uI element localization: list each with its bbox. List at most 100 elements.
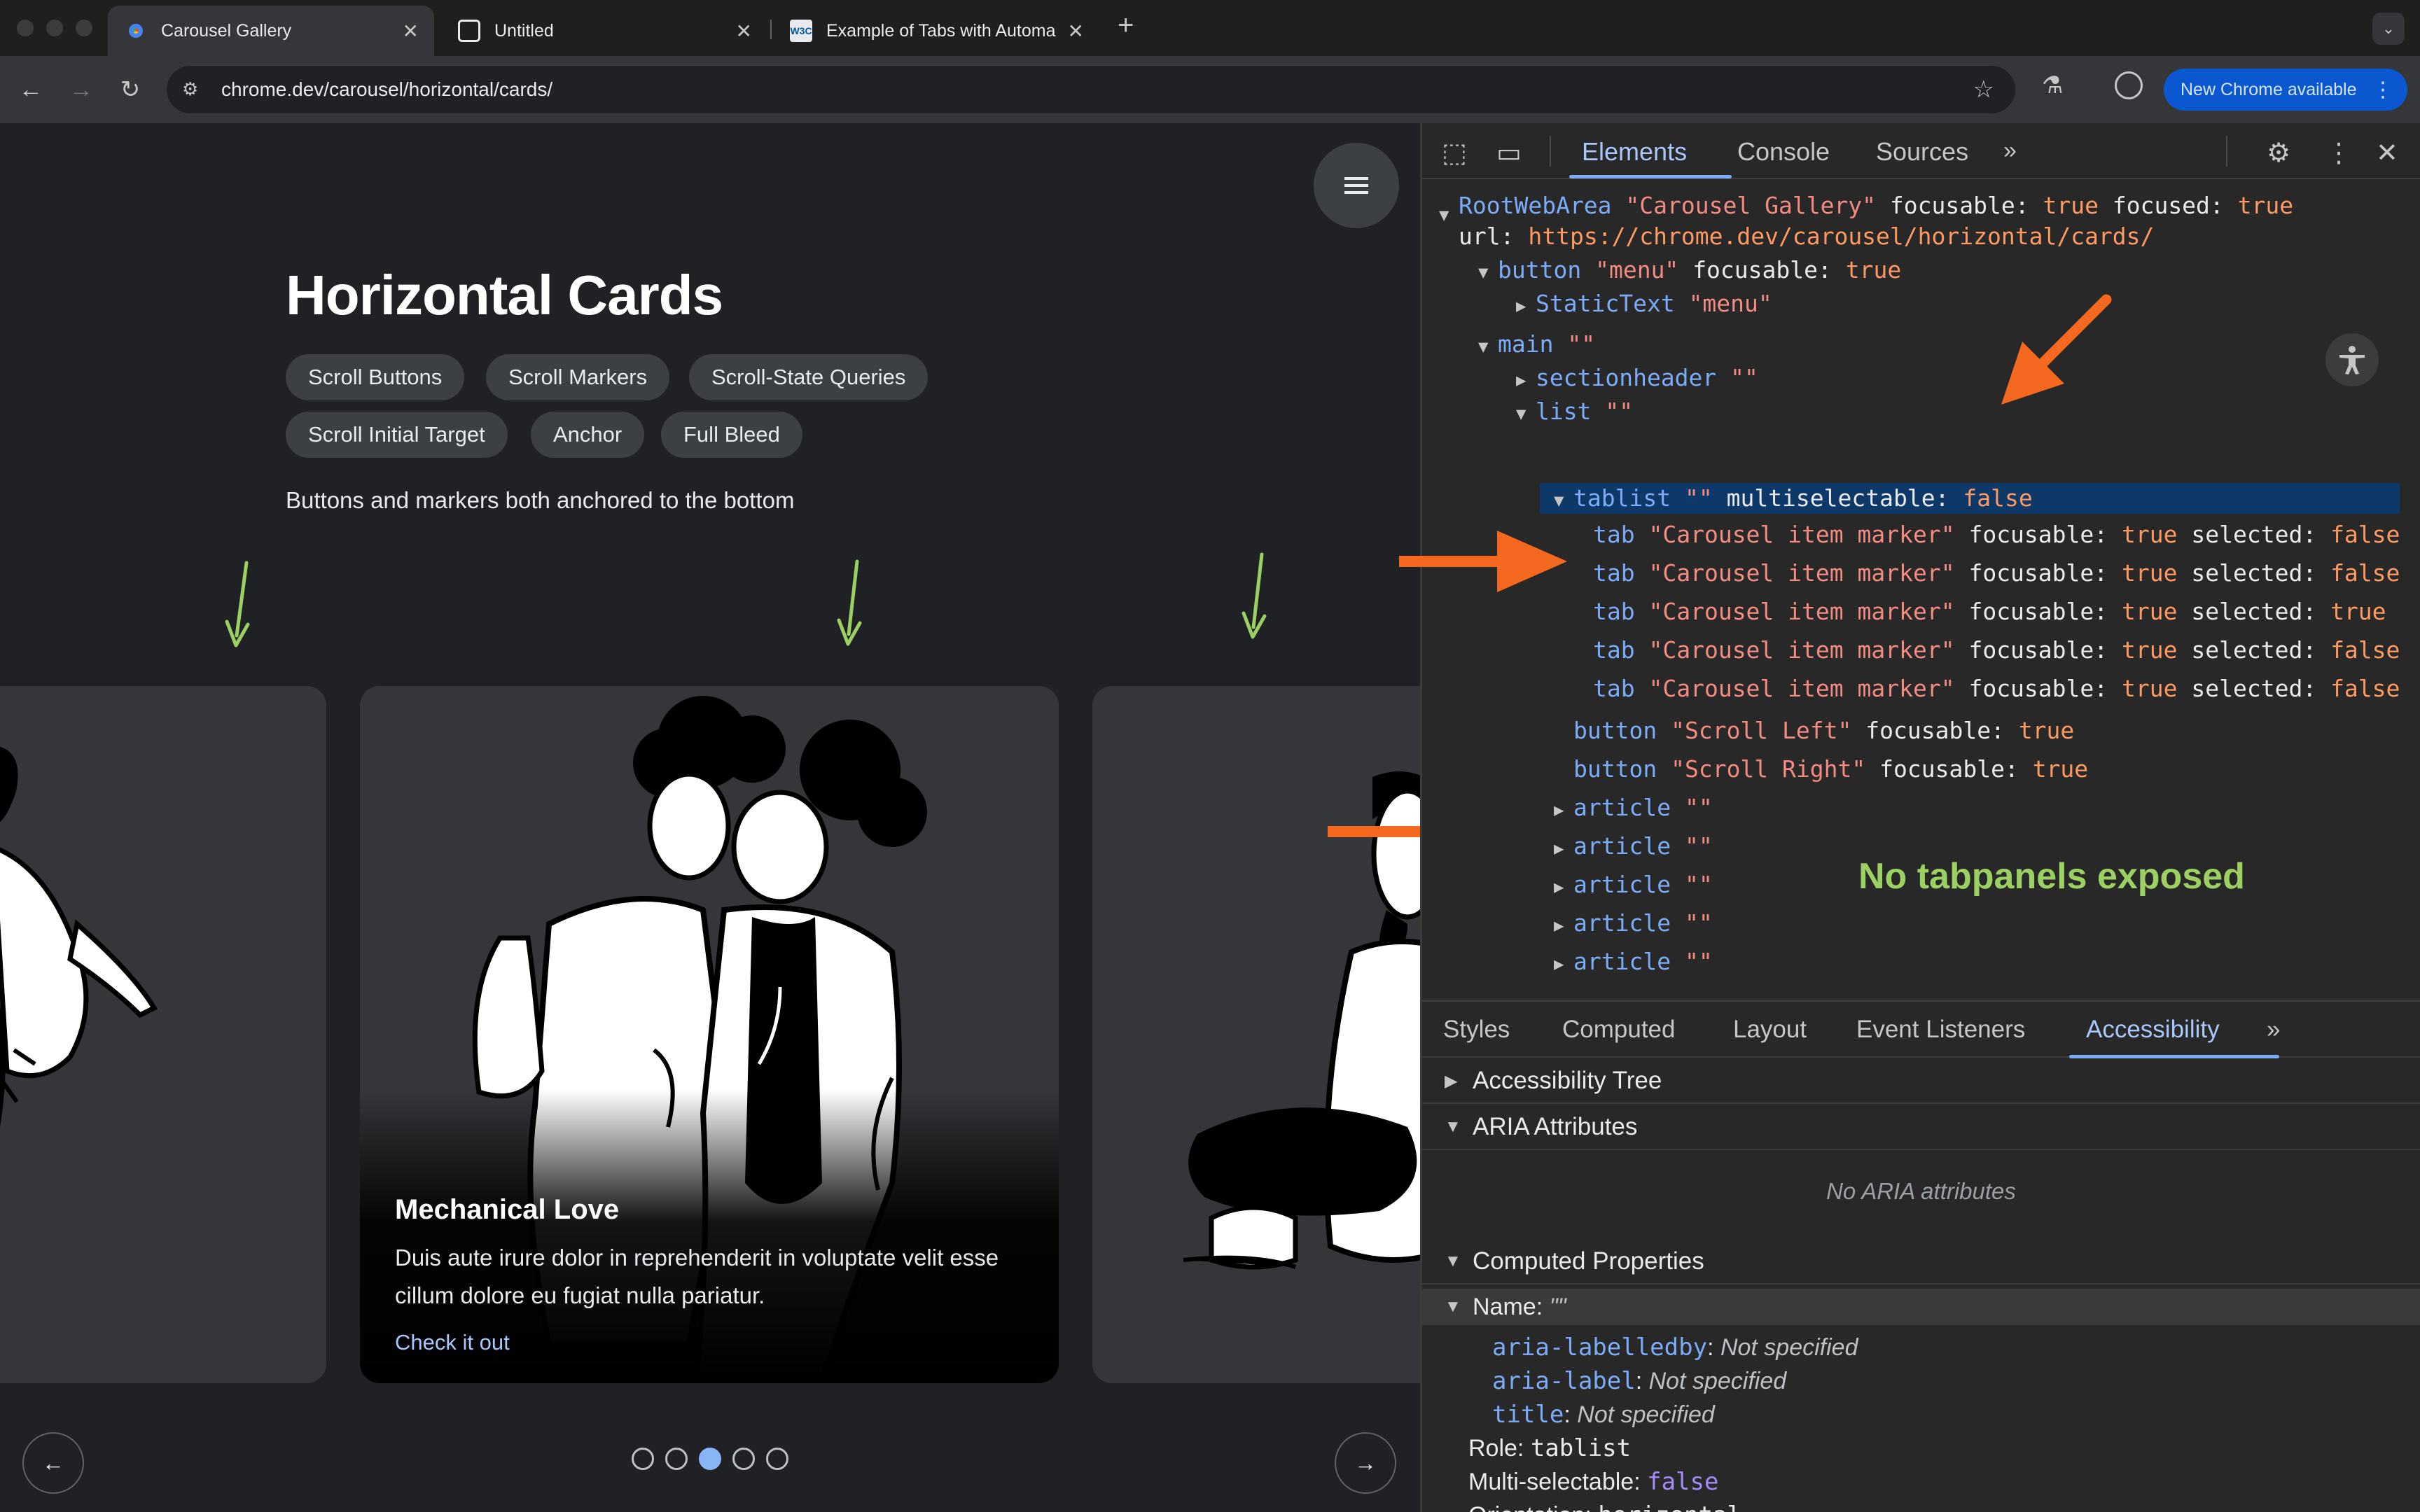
settings-gear-icon[interactable]: ⚙	[2267, 137, 2290, 169]
browser-tab-untitled[interactable]: Untitled ✕	[441, 6, 767, 56]
tree-node-article[interactable]: ▶ article ""	[1554, 946, 1713, 979]
tree-node-tab[interactable]: tab "Carousel item marker" focusable: tr…	[1593, 519, 2400, 550]
tree-node-article[interactable]: ▶ article ""	[1554, 869, 1713, 902]
card-body: Duis aute irure dolor in reprehenderit i…	[395, 1245, 999, 1308]
scroll-marker[interactable]	[732, 1448, 755, 1470]
chip-scroll-buttons[interactable]: Scroll Buttons	[286, 354, 465, 400]
scroll-marker[interactable]	[699, 1448, 721, 1470]
prop-title: title: Not specified	[1492, 1401, 1715, 1429]
chip-scroll-markers[interactable]: Scroll Markers	[486, 354, 670, 400]
browser-tab-carousel-gallery[interactable]: Carousel Gallery ✕	[108, 6, 434, 56]
scroll-right-button[interactable]: →	[1335, 1432, 1396, 1494]
new-chrome-available-button[interactable]: New Chrome available ⋮	[2164, 69, 2407, 111]
chrome-favicon-icon	[125, 20, 147, 42]
prop-aria-labelledby: aria-labelledby: Not specified	[1492, 1334, 1858, 1362]
tree-node-static-text[interactable]: ▶ StaticText "menu"	[1516, 288, 1772, 321]
tab-separator	[770, 20, 772, 39]
person-glyph	[2339, 346, 2365, 374]
tab-close-icon[interactable]: ✕	[736, 20, 752, 43]
tab-styles[interactable]: Styles	[1443, 1016, 1510, 1044]
tree-node-article[interactable]: ▶ article ""	[1554, 831, 1713, 864]
tree-node-menu-button[interactable]: ▼ button "menu" focusable: true	[1478, 255, 1901, 288]
window-close-icon[interactable]	[17, 20, 34, 36]
forward-arrow-icon[interactable]: →	[63, 71, 99, 108]
sidebar-panel: Styles Computed Layout Event Listeners A…	[1422, 1000, 2420, 1512]
profile-avatar-icon[interactable]	[2115, 71, 2143, 99]
scroll-left-button[interactable]: ←	[22, 1432, 84, 1494]
tab-layout[interactable]: Layout	[1733, 1016, 1807, 1044]
tab-accessibility[interactable]: Accessibility	[2086, 1016, 2220, 1044]
tree-node-tab[interactable]: tab "Carousel item marker" focusable: tr…	[1593, 558, 2400, 589]
prop-aria-label: aria-label: Not specified	[1492, 1367, 1787, 1395]
window-minimize-icon[interactable]	[46, 20, 63, 36]
page-viewport: Horizontal Cards Scroll Buttons Scroll M…	[0, 123, 1420, 1512]
tab-strip: Carousel Gallery ✕ Untitled ✕ W3C Exampl…	[0, 0, 2420, 56]
more-vertical-icon: ⋮	[2372, 78, 2393, 102]
more-tabs-chevron-icon[interactable]: »	[2267, 1016, 2280, 1044]
scroll-marker[interactable]	[665, 1448, 688, 1470]
tab-computed[interactable]: Computed	[1562, 1016, 1675, 1044]
carousel-card-next[interactable]	[1092, 686, 1420, 1383]
prop-role: Role: tablist	[1468, 1434, 1632, 1462]
labs-flask-icon[interactable]: ⚗	[2042, 71, 2063, 99]
scroll-marker[interactable]	[766, 1448, 788, 1470]
green-annotation-arrow	[1242, 552, 1267, 639]
card-link-check-it-out[interactable]: Check it out	[395, 1330, 510, 1355]
browser-toolbar: ← → ↻ ⚙ chrome.dev/carousel/horizontal/c…	[0, 56, 2420, 123]
close-devtools-icon[interactable]: ✕	[2376, 137, 2398, 169]
tree-node-article[interactable]: ▶ article ""	[1554, 908, 1713, 941]
card-illustration	[1183, 771, 1420, 1270]
window-maximize-icon[interactable]	[76, 20, 92, 36]
sidebar-tabs: Styles Computed Layout Event Listeners A…	[1422, 1002, 2420, 1058]
scroll-marker[interactable]	[632, 1448, 654, 1470]
devtools-tab-console[interactable]: Console	[1737, 137, 1830, 167]
tab-event-listeners[interactable]: Event Listeners	[1856, 1016, 2025, 1044]
devtools-tab-sources[interactable]: Sources	[1876, 137, 1968, 167]
new-tab-icon[interactable]: +	[1118, 10, 1134, 41]
devtools-toolbar: ⬚ ▭ Elements Console Sources » ⚙ ⋮ ✕	[1422, 123, 2420, 179]
tab-close-icon[interactable]: ✕	[403, 20, 419, 43]
more-vertical-icon[interactable]: ⋮	[2325, 137, 2352, 169]
carousel-card-previous[interactable]	[0, 686, 326, 1383]
accessibility-person-icon[interactable]	[2325, 333, 2379, 386]
card-illustration	[0, 746, 158, 1127]
tree-node-article[interactable]: ▶ article ""	[1554, 792, 1713, 825]
tree-node-tab-selected[interactable]: tab "Carousel item marker" focusable: tr…	[1593, 596, 2386, 627]
section-accessibility-tree[interactable]: ▶ Accessibility Tree	[1422, 1059, 2420, 1104]
menu-button[interactable]	[1314, 143, 1399, 228]
prop-name-row[interactable]: ▼ Name: ""	[1422, 1289, 2420, 1325]
tree-node-scroll-right-button[interactable]: button "Scroll Right" focusable: true	[1573, 754, 2088, 785]
site-settings-icon[interactable]: ⚙	[182, 78, 204, 101]
tree-node-tab[interactable]: tab "Carousel item marker" focusable: tr…	[1593, 673, 2400, 704]
address-bar[interactable]: ⚙ chrome.dev/carousel/horizontal/cards/ …	[167, 66, 2015, 113]
chip-full-bleed[interactable]: Full Bleed	[661, 412, 802, 458]
tree-node-tablist[interactable]: ▼ tablist "" multiselectable: false	[1554, 483, 2033, 516]
chip-scroll-state-queries[interactable]: Scroll-State Queries	[689, 354, 929, 400]
devtools-tab-elements[interactable]: Elements	[1582, 137, 1687, 167]
tree-node-root-url: url: https://chrome.dev/carousel/horizon…	[1459, 223, 2155, 250]
section-aria-attributes[interactable]: ▼ ARIA Attributes	[1422, 1105, 2420, 1150]
tree-node-sectionheader[interactable]: ▶ sectionheader ""	[1516, 363, 1758, 396]
back-arrow-icon[interactable]: ←	[13, 71, 49, 108]
toolbar-separator	[2226, 136, 2227, 167]
codepen-favicon-icon	[458, 20, 480, 42]
carousel-card-mechanical-love[interactable]: Mechanical Love Duis aute irure dolor in…	[360, 686, 1059, 1383]
browser-tab-example-tabs[interactable]: W3C Example of Tabs with Automa ✕	[773, 6, 1099, 56]
no-aria-attributes-text: No ARIA attributes	[1826, 1178, 2016, 1204]
tree-node-list[interactable]: ▼ list ""	[1516, 396, 1633, 429]
reload-icon[interactable]: ↻	[112, 71, 148, 108]
more-tabs-chevron-icon[interactable]: »	[2003, 137, 2017, 164]
chip-scroll-initial-target[interactable]: Scroll Initial Target	[286, 412, 508, 458]
inspect-element-icon[interactable]: ⬚	[1442, 137, 1467, 169]
active-tab-indicator	[1569, 175, 1732, 178]
bookmark-star-icon[interactable]: ☆	[1973, 76, 1994, 104]
toolbar-separator	[1550, 136, 1551, 167]
device-toolbar-icon[interactable]: ▭	[1496, 137, 1522, 169]
tree-node-main[interactable]: ▼ main ""	[1478, 329, 1595, 362]
tree-node-scroll-left-button[interactable]: button "Scroll Left" focusable: true	[1573, 715, 2074, 746]
tab-close-icon[interactable]: ✕	[1068, 20, 1084, 43]
tree-node-tab[interactable]: tab "Carousel item marker" focusable: tr…	[1593, 635, 2400, 666]
chip-anchor[interactable]: Anchor	[531, 412, 645, 458]
tab-search-chevron-icon[interactable]: ⌄	[2372, 13, 2405, 45]
section-computed-properties[interactable]: ▼ Computed Properties	[1422, 1240, 2420, 1284]
